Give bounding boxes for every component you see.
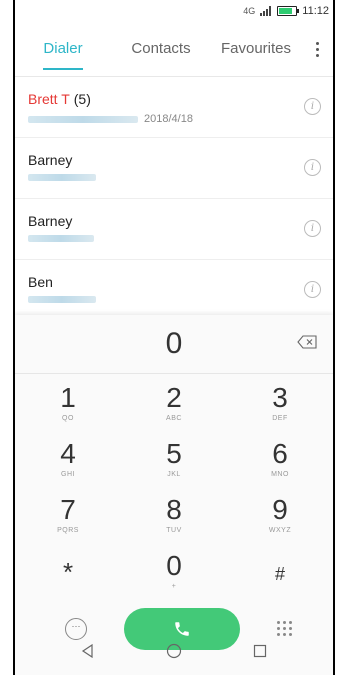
key-7[interactable]: 7 PQRS [15, 492, 121, 548]
key-digit: 4 [60, 438, 76, 469]
key-6[interactable]: 6 MNO [227, 436, 333, 492]
contact-name: Ben [28, 274, 53, 290]
call-details: 2018/4/18 [28, 113, 193, 125]
key-4[interactable]: 4 GHI [15, 436, 121, 492]
key-letters: MNO [271, 471, 289, 478]
recent-apps-icon[interactable] [253, 644, 267, 658]
tab-favourites[interactable]: Favourites [211, 22, 301, 76]
key-letters: WXYZ [268, 527, 292, 534]
clock: 11:12 [302, 5, 329, 17]
key-digit: # [274, 564, 285, 584]
tab-favourites-label: Favourites [220, 40, 292, 57]
key-digit: 8 [166, 494, 182, 525]
key-9[interactable]: 9 WXYZ [227, 492, 333, 548]
redacted-number [28, 115, 138, 123]
key-letters: JKL [167, 471, 181, 478]
call-log-row[interactable]: Barney i [15, 199, 333, 260]
key-digit: 3 [272, 382, 288, 413]
backspace-icon[interactable] [297, 335, 317, 349]
dialed-number: 0 [165, 327, 183, 360]
info-icon[interactable]: i [304, 220, 321, 237]
dial-display: 0 [15, 315, 333, 374]
key-letters: QO [62, 415, 74, 422]
screen: 4G 11:12 Dialer Contacts Favourites Bret… [15, 0, 333, 675]
key-digit: 1 [60, 382, 76, 413]
system-nav-bar [15, 627, 333, 675]
redacted-number [28, 174, 96, 181]
contact-name-text: Brett T [28, 91, 70, 107]
call-date: 2018/4/18 [144, 113, 193, 125]
call-log-list: Brett T (5) 2018/4/18 i Barney i Barney i… [15, 77, 333, 321]
info-icon[interactable]: i [304, 159, 321, 176]
call-details [28, 296, 96, 303]
key-letters: TUV [166, 527, 182, 534]
device-frame-right [333, 0, 335, 675]
key-digit: 5 [166, 438, 182, 469]
key-digit: 7 [60, 494, 76, 525]
tab-dialer-label: Dialer [43, 40, 83, 57]
tab-bar: Dialer Contacts Favourites [15, 22, 333, 77]
key-digit: 2 [166, 382, 182, 413]
key-digit: * [62, 557, 74, 587]
call-details [28, 174, 96, 181]
network-type-icon: 4G [243, 6, 256, 16]
key-letters: GHI [61, 471, 75, 478]
home-icon[interactable] [166, 643, 182, 659]
key-0[interactable]: 0 + [121, 548, 227, 604]
key-letters: + [171, 583, 177, 590]
dialpad-panel: 0 1 QO 2 ABC 3 DEF 4 GHI 5 JKL 6 MNO 7 PQRS 8 TU… [15, 315, 333, 675]
contact-name: Brett T (5) [28, 91, 91, 107]
tab-dialer[interactable]: Dialer [15, 22, 111, 76]
key-letters: PQRS [57, 527, 79, 534]
key-1[interactable]: 1 QO [15, 380, 121, 436]
key-2[interactable]: 2 ABC [121, 380, 227, 436]
key-5[interactable]: 5 JKL [121, 436, 227, 492]
key-star[interactable]: * [15, 548, 121, 604]
key-hash[interactable]: # [227, 548, 333, 604]
battery-icon [277, 6, 300, 16]
key-8[interactable]: 8 TUV [121, 492, 227, 548]
contact-name: Barney [28, 213, 73, 229]
info-icon[interactable]: i [304, 98, 321, 115]
back-icon[interactable] [81, 644, 95, 658]
call-log-row[interactable]: Barney i [15, 138, 333, 199]
keypad: 1 QO 2 ABC 3 DEF 4 GHI 5 JKL 6 MNO 7 PQRS 8 TUV … [15, 380, 333, 604]
tab-contacts[interactable]: Contacts [111, 22, 211, 76]
key-digit: 6 [272, 438, 288, 469]
redacted-number [28, 235, 94, 242]
redacted-number [28, 296, 96, 303]
active-tab-indicator [43, 68, 83, 70]
call-log-row[interactable]: Ben i [15, 260, 333, 321]
call-count: (5) [73, 91, 91, 107]
call-details [28, 235, 94, 242]
key-digit: 9 [272, 494, 288, 525]
more-options-icon[interactable] [307, 22, 327, 76]
signal-icon [260, 6, 272, 16]
key-letters: DEF [272, 415, 288, 422]
contact-name: Barney [28, 152, 73, 168]
key-letters: ABC [166, 415, 182, 422]
key-3[interactable]: 3 DEF [227, 380, 333, 436]
status-bar: 4G 11:12 [15, 0, 333, 22]
key-digit: 0 [166, 550, 182, 581]
info-icon[interactable]: i [304, 281, 321, 298]
tab-contacts-label: Contacts [131, 40, 191, 57]
call-log-row[interactable]: Brett T (5) 2018/4/18 i [15, 77, 333, 138]
